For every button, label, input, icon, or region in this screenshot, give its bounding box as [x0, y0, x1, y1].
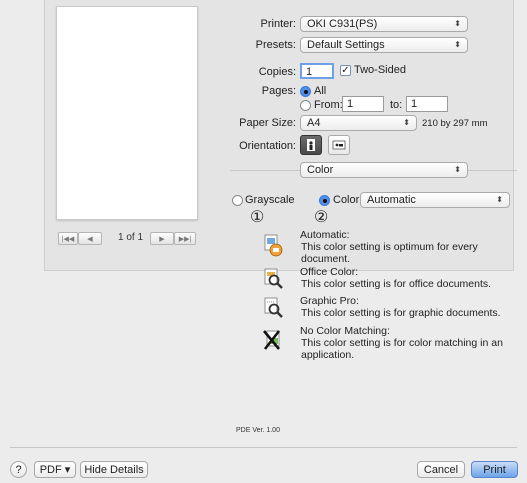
popup-arrows-icon: ⬍	[403, 118, 410, 127]
popup-arrows-icon: ⬍	[454, 40, 461, 49]
pages-from-label: From:	[314, 99, 343, 111]
first-page-button[interactable]: |◀◀	[58, 232, 78, 245]
presets-label: Presets:	[255, 39, 296, 51]
automatic-description: Automatic: This color setting is optimum…	[300, 229, 516, 265]
pages-from-radio[interactable]	[300, 100, 311, 111]
help-button[interactable]: ?	[10, 461, 27, 478]
automatic-icon	[262, 233, 284, 260]
no-color-matching-description: No Color Matching: This color setting is…	[300, 325, 522, 361]
paper-dimensions: 210 by 297 mm	[422, 118, 488, 129]
pages-to-label: to:	[390, 99, 403, 111]
office-color-description: Office Color: This color setting is for …	[300, 266, 516, 290]
printer-label: Printer:	[260, 18, 296, 30]
callout-one: ①	[250, 209, 265, 226]
office-color-title: Office Color:	[300, 266, 359, 278]
color-label: Color:	[333, 194, 363, 206]
no-color-matching-icon	[262, 328, 284, 355]
color-mode-value: Automatic	[367, 194, 416, 206]
print-button[interactable]: Print	[471, 461, 518, 478]
automatic-text: This color setting is optimum for every …	[301, 241, 478, 265]
office-color-icon	[262, 268, 284, 293]
pages-all-radio[interactable]	[300, 86, 311, 97]
popup-arrows-icon: ⬍	[454, 19, 461, 28]
pde-version: PDE Ver. 1.00	[236, 427, 280, 434]
section-separator-right	[468, 170, 517, 171]
section-popup[interactable]: Color ⬍	[300, 162, 468, 178]
grayscale-radio[interactable]	[232, 195, 243, 206]
pdf-menu-button[interactable]: PDF ▾	[34, 461, 76, 478]
pages-label: Pages:	[261, 85, 296, 97]
orientation-label: Orientation:	[239, 140, 296, 152]
print-label: Print	[483, 463, 506, 476]
cancel-button[interactable]: Cancel	[417, 461, 465, 478]
copies-field[interactable]: 1	[300, 63, 334, 79]
paper-size-label: Paper Size:	[239, 117, 296, 129]
color-radio[interactable]	[319, 195, 330, 206]
portrait-orientation-button[interactable]	[300, 135, 322, 155]
cancel-label: Cancel	[423, 463, 459, 476]
popup-arrows-icon: ⬍	[454, 165, 461, 174]
pages-all-label: All	[314, 85, 327, 97]
bottom-separator	[10, 447, 517, 448]
next-page-button[interactable]: ▶	[150, 232, 174, 245]
grayscale-label: Grayscale	[245, 194, 295, 206]
color-mode-popup[interactable]: Automatic ⬍	[360, 192, 510, 208]
prev-page-button[interactable]: ◀	[78, 232, 102, 245]
last-page-button[interactable]: ▶▶|	[174, 232, 196, 245]
section-separator-left	[230, 170, 300, 171]
popup-arrows-icon: ⬍	[496, 195, 503, 204]
pages-from-field[interactable]: 1	[342, 96, 384, 112]
pdf-label: PDF ▾	[39, 464, 71, 476]
paper-size-popup[interactable]: A4 ⬍	[300, 115, 417, 131]
office-color-text: This color setting is for office documen…	[301, 278, 492, 290]
printer-value: OKI C931(PS)	[307, 18, 378, 30]
no-color-matching-title: No Color Matching:	[300, 325, 390, 337]
graphic-pro-icon	[262, 297, 284, 322]
copies-label: Copies:	[258, 66, 296, 78]
two-sided-checkbox[interactable]: ✓	[340, 65, 351, 76]
paper-size-value: A4	[307, 117, 321, 129]
callout-two: ②	[314, 209, 329, 226]
presets-value: Default Settings	[307, 39, 385, 51]
graphic-pro-title: Graphic Pro:	[300, 295, 359, 307]
two-sided-label: Two-Sided	[354, 64, 406, 76]
graphic-pro-description: Graphic Pro: This color setting is for g…	[300, 295, 516, 319]
landscape-orientation-button[interactable]	[328, 135, 350, 155]
section-value: Color	[307, 164, 334, 176]
hide-details-label: Hide Details	[84, 463, 144, 476]
printer-popup[interactable]: OKI C931(PS) ⬍	[300, 16, 468, 32]
portrait-icon	[307, 139, 315, 151]
no-color-matching-text: This color setting is for color matching…	[301, 337, 503, 361]
automatic-title: Automatic:	[300, 229, 350, 241]
presets-popup[interactable]: Default Settings ⬍	[300, 37, 468, 53]
landscape-icon	[332, 140, 346, 150]
hide-details-button[interactable]: Hide Details	[80, 461, 148, 478]
page-indicator: 1 of 1	[118, 232, 144, 243]
help-icon: ?	[15, 463, 22, 476]
graphic-pro-text: This color setting is for graphic docume…	[301, 307, 501, 319]
page-preview	[56, 6, 198, 220]
pages-to-field[interactable]: 1	[406, 96, 448, 112]
